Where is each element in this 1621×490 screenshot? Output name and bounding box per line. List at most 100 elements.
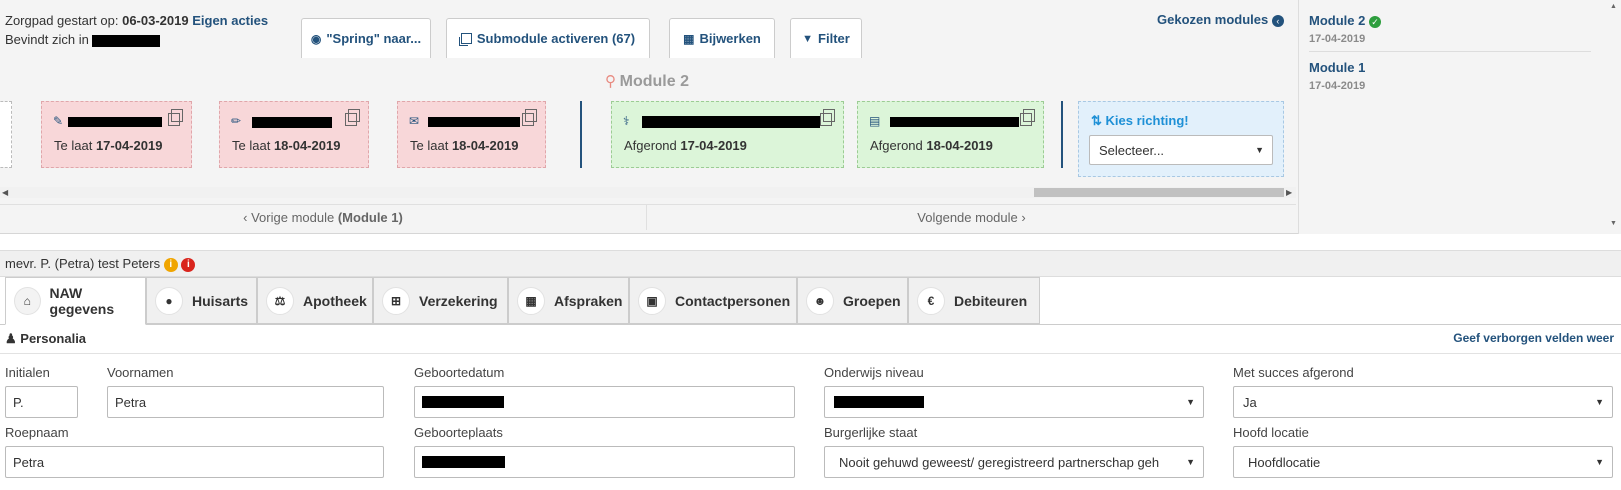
- show-hidden-fields-link[interactable]: Geef verborgen velden weer: [1453, 331, 1614, 345]
- address-book-icon: ▣: [638, 286, 666, 315]
- patient-header: mevr. P. (Petra) test Peters i i: [5, 256, 196, 272]
- birthdate-input[interactable]: [414, 386, 795, 418]
- filter-button[interactable]: ▼ Filter: [790, 18, 862, 58]
- filter-label: Filter: [818, 31, 850, 46]
- tab-debiteuren[interactable]: € Debiteuren: [908, 277, 1040, 324]
- callname-label: Roepnaam: [5, 425, 69, 440]
- redacted-block: [68, 117, 162, 127]
- sidebar-module-date: 17-04-2019: [1309, 33, 1366, 45]
- birthdate-label: Geboortedatum: [414, 365, 505, 380]
- redacted-block: [92, 34, 161, 47]
- card-date: 18-04-2019: [451, 138, 519, 153]
- tabs-baseline: [0, 324, 1621, 325]
- tab-huisarts[interactable]: ● Huisarts: [146, 277, 257, 324]
- card-status: Afgerond 17-04-2019: [624, 138, 747, 153]
- jump-to-button[interactable]: ◉ "Spring" naar...: [301, 18, 431, 58]
- initials-value: P.: [13, 394, 24, 410]
- next-module-label: Volgende module: [917, 210, 1018, 225]
- module-card[interactable]: ▤ Afgerond 18-04-2019: [857, 101, 1044, 168]
- card-date: 17-04-2019: [95, 138, 163, 153]
- module-heading: ⚲ Module 2: [605, 72, 689, 91]
- copy-icon[interactable]: [168, 109, 183, 126]
- sidebar-module-name: Module 2: [1309, 13, 1366, 28]
- chosen-modules-toggle[interactable]: Gekozen modules ‹: [1157, 12, 1284, 27]
- filter-icon: ▼: [802, 32, 814, 45]
- caret-down-icon: ▼: [1186, 397, 1195, 407]
- scroll-down-icon[interactable]: ▼: [1610, 220, 1617, 227]
- direction-select[interactable]: Selecteer... ▼: [1089, 135, 1273, 165]
- activate-submodule-button[interactable]: Submodule activeren (67): [446, 18, 650, 58]
- stethoscope-icon: ⚕: [623, 114, 630, 128]
- alert-info-icon[interactable]: i: [181, 257, 196, 272]
- tab-label: Afspraken: [554, 292, 623, 309]
- info-icon[interactable]: i: [163, 257, 178, 272]
- sidebar-module-item[interactable]: Module 2 ✓ 17-04-2019: [1309, 13, 1381, 45]
- next-module-button[interactable]: Volgende module ›: [646, 204, 1296, 230]
- jump-to-label: "Spring" naar...: [326, 31, 422, 46]
- tab-label: NAW gegevens: [49, 285, 115, 317]
- tab-contactpersonen[interactable]: ▣ Contactpersonen: [629, 277, 797, 324]
- civil-status-value: Nooit gehuwd geweest/ geregistreerd part…: [839, 454, 1160, 470]
- own-actions-link[interactable]: Eigen acties: [192, 13, 268, 28]
- previous-module-button[interactable]: ‹ Vorige module (Module 1): [0, 204, 646, 230]
- copy-icon[interactable]: [522, 109, 537, 126]
- scroll-up-icon[interactable]: ▲: [1610, 3, 1617, 10]
- chevron-right-icon: ›: [1017, 210, 1026, 225]
- module-card[interactable]: ✏ Te laat 18-04-2019: [219, 101, 369, 168]
- card-status: Te laat 17-04-2019: [54, 138, 162, 153]
- tab-groepen[interactable]: ☻ Groepen: [797, 277, 908, 324]
- card-status-label: Te laat: [54, 138, 93, 153]
- main-location-value: Hoofdlocatie: [1248, 454, 1321, 470]
- caret-down-icon: ▼: [1186, 457, 1195, 467]
- chevron-left-circle-icon: ‹: [1271, 14, 1284, 27]
- update-button[interactable]: ▦ Bijwerken: [669, 18, 775, 58]
- scroll-left-icon[interactable]: ◀: [2, 188, 8, 197]
- card-date: 18-04-2019: [273, 138, 341, 153]
- calculator-icon: ▦: [683, 31, 695, 46]
- scroll-right-icon[interactable]: ▶: [1286, 188, 1292, 197]
- chevron-left-icon: ‹: [243, 210, 252, 225]
- copy-icon[interactable]: [820, 109, 835, 126]
- copy-icon[interactable]: [1020, 109, 1035, 126]
- card-clipped[interactable]: [0, 101, 12, 168]
- tab-label: Apotheek: [303, 292, 367, 309]
- firstnames-label: Voornamen: [107, 365, 174, 380]
- module-card[interactable]: ⚕ Afgerond 17-04-2019: [611, 101, 844, 168]
- started-label: Zorgpad gestart op:: [5, 13, 119, 28]
- tab-label: Verzekering: [419, 292, 498, 309]
- education-select[interactable]: ▼: [824, 386, 1204, 418]
- card-status-label: Te laat: [410, 138, 449, 153]
- plus-square-icon: ⊞: [382, 286, 410, 315]
- located-in-label: Bevindt zich in: [5, 32, 89, 47]
- callname-input[interactable]: Petra: [5, 446, 384, 478]
- card-date: 17-04-2019: [680, 138, 747, 153]
- success-select[interactable]: Ja ▼: [1233, 386, 1613, 418]
- tab-naw-gegevens[interactable]: ⌂ NAW gegevens: [5, 277, 146, 325]
- tab-apotheek[interactable]: ⚖ Apotheek: [257, 277, 373, 324]
- copy-icon[interactable]: [345, 109, 360, 126]
- module-card[interactable]: ✉ Te laat 18-04-2019: [397, 101, 546, 168]
- initials-input[interactable]: P.: [5, 386, 78, 418]
- civil-status-label: Burgerlijke staat: [824, 425, 918, 440]
- sidebar-module-date: 17-04-2019: [1309, 80, 1366, 92]
- main-location-select[interactable]: Hoofdlocatie ▼: [1233, 446, 1613, 478]
- group-icon: ☻: [806, 286, 834, 315]
- activate-submodule-label: Submodule activeren (67): [476, 31, 636, 46]
- scrollbar-thumb[interactable]: [1034, 188, 1284, 197]
- sidebar-scrollbar[interactable]: ▲ ▼: [1606, 0, 1621, 234]
- redacted-block: [422, 456, 505, 468]
- tab-afspraken[interactable]: ▦ Afspraken: [508, 277, 629, 324]
- sidebar-module-item[interactable]: Module 1 17-04-2019: [1309, 60, 1365, 92]
- birthplace-input[interactable]: [414, 446, 795, 478]
- caret-down-icon: ▼: [1595, 397, 1604, 407]
- update-label: Bijwerken: [699, 31, 761, 46]
- firstnames-input[interactable]: Petra: [107, 386, 384, 418]
- horizontal-scrollbar[interactable]: ◀ ▶: [0, 187, 1296, 198]
- scale-icon: ⚖: [266, 286, 294, 315]
- civil-status-select[interactable]: Nooit gehuwd geweest/ geregistreerd part…: [824, 446, 1204, 478]
- redacted-block: [252, 117, 332, 128]
- module-card[interactable]: ✎ Te laat 17-04-2019: [41, 101, 192, 168]
- envelope-icon: ✉: [409, 114, 420, 128]
- edit-square-icon: ✎: [53, 114, 64, 128]
- tab-verzekering[interactable]: ⊞ Verzekering: [373, 277, 508, 324]
